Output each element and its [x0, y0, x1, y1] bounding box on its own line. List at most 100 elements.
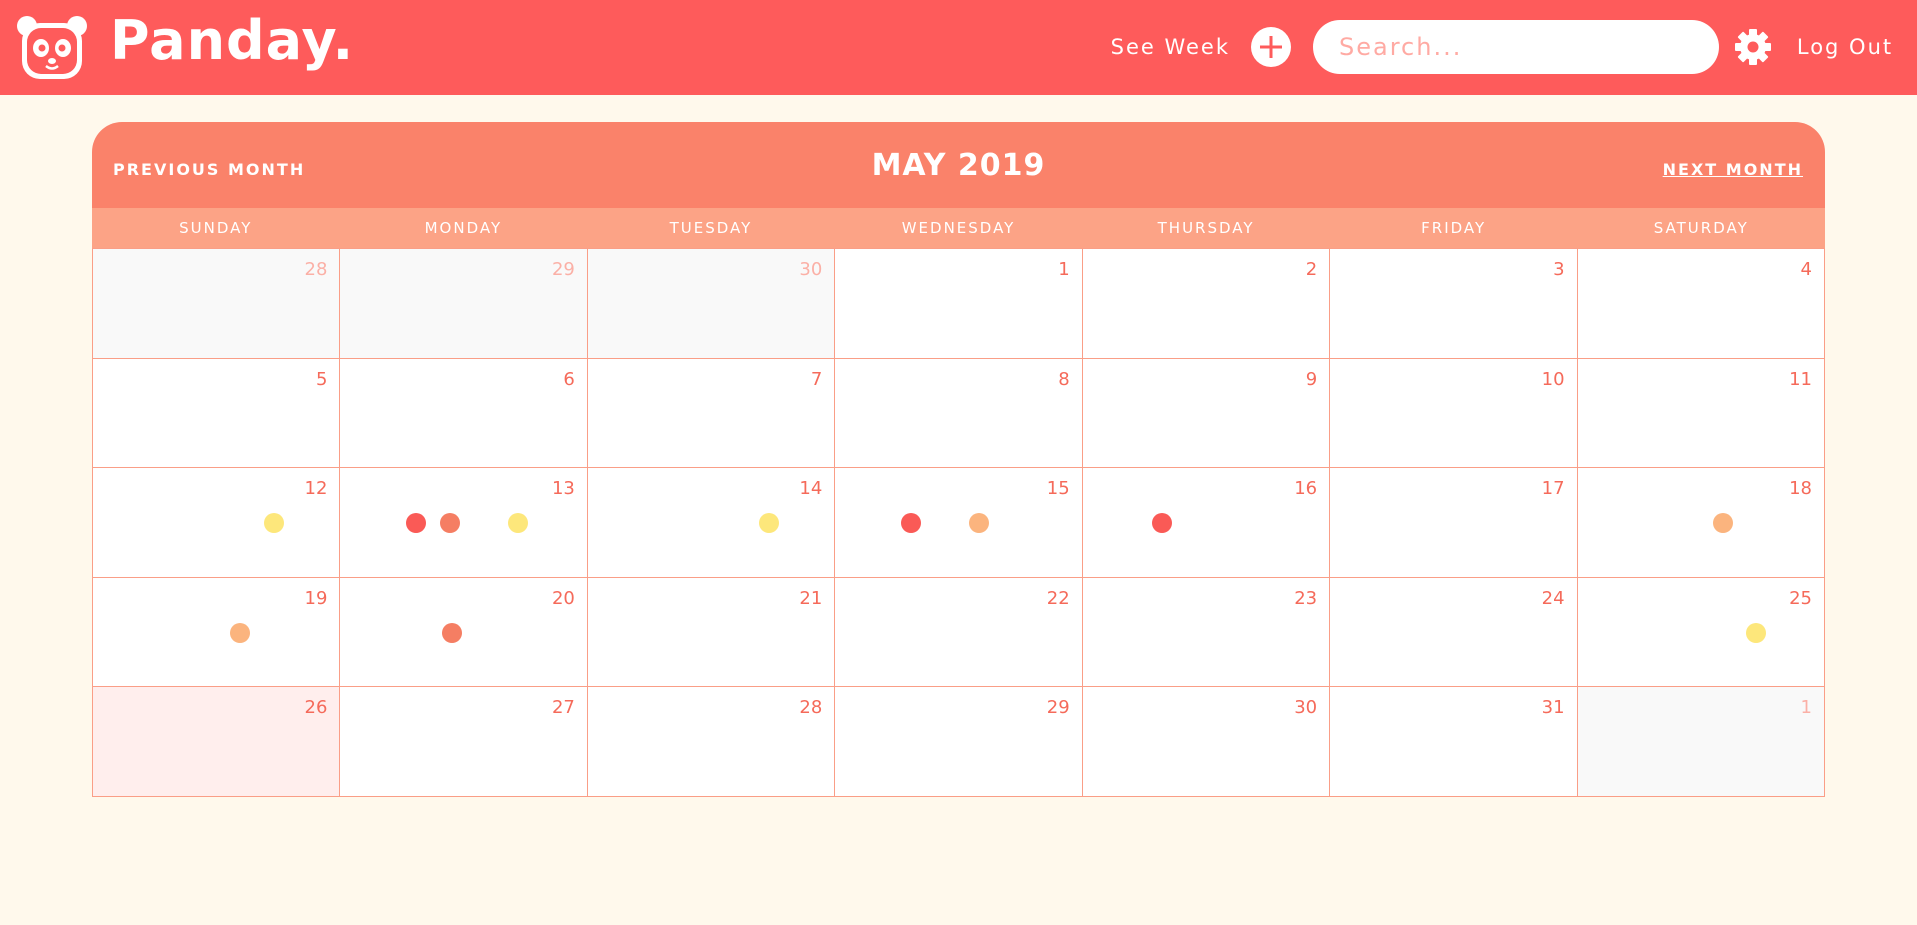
day-cell[interactable]: 11 — [1577, 358, 1825, 469]
plus-icon — [1260, 36, 1282, 58]
weekday-label: TUESDAY — [669, 219, 753, 237]
event-dot[interactable] — [1745, 622, 1766, 643]
day-number: 29 — [551, 259, 575, 280]
day-number: 9 — [1305, 368, 1318, 390]
day-number: 15 — [1046, 478, 1070, 500]
logout-link[interactable]: Log Out — [1790, 33, 1900, 61]
event-dot[interactable] — [1712, 513, 1733, 534]
weekday-label: THURSDAY — [1157, 219, 1255, 237]
event-dot[interactable] — [1151, 513, 1172, 534]
day-cell[interactable]: 10 — [1330, 358, 1578, 469]
day-cell[interactable]: 29 — [340, 249, 588, 359]
search-input[interactable] — [1313, 20, 1719, 74]
day-cell[interactable]: 24 — [1330, 577, 1578, 688]
day-number: 22 — [1046, 587, 1070, 609]
month-calendar: PREVIOUS MONTH MAY 2019 NEXT MONTH SUNDA… — [92, 122, 1825, 797]
day-number: 31 — [1541, 697, 1565, 719]
day-number: 2 — [1305, 259, 1318, 280]
day-cell[interactable]: 9 — [1082, 358, 1331, 469]
day-cell[interactable]: 17 — [1330, 468, 1578, 578]
calendar-header: PREVIOUS MONTH MAY 2019 NEXT MONTH — [92, 122, 1825, 208]
day-number: 6 — [563, 368, 575, 390]
event-dot[interactable] — [508, 513, 529, 534]
day-number: 17 — [1541, 478, 1565, 500]
day-cell[interactable]: 13 — [340, 468, 588, 578]
day-cell[interactable]: 28 — [93, 249, 341, 359]
day-cell[interactable]: 28 — [587, 687, 836, 797]
day-cell[interactable]: 6 — [340, 358, 588, 469]
day-number: 30 — [1294, 697, 1318, 719]
day-cell[interactable]: 12 — [93, 468, 341, 578]
next-month-button[interactable]: NEXT MONTH — [1663, 160, 1803, 180]
day-cell[interactable]: 18 — [1577, 468, 1825, 578]
day-number: 5 — [315, 368, 328, 390]
day-number: 28 — [304, 259, 328, 280]
day-cell[interactable]: 14 — [587, 468, 836, 578]
day-cell[interactable]: 25 — [1577, 577, 1825, 688]
day-cell[interactable]: 1 — [835, 249, 1083, 359]
day-number: 28 — [799, 697, 823, 719]
day-number: 12 — [304, 478, 328, 500]
day-cell[interactable]: 16 — [1082, 468, 1331, 578]
day-cell[interactable]: 15 — [835, 468, 1083, 578]
day-number: 14 — [799, 478, 823, 500]
weekday-label: SATURDAY — [1653, 219, 1749, 237]
day-number: 1 — [1058, 259, 1070, 280]
day-cell[interactable]: 30 — [1082, 687, 1331, 797]
day-number: 11 — [1789, 368, 1812, 390]
day-cell[interactable]: 21 — [587, 577, 836, 688]
event-dot[interactable] — [406, 513, 427, 534]
day-number: 24 — [1541, 587, 1565, 609]
event-dot[interactable] — [442, 622, 463, 643]
day-cell[interactable]: 5 — [93, 358, 341, 469]
day-cell[interactable]: 31 — [1330, 687, 1578, 797]
day-number: 13 — [551, 478, 575, 500]
event-dot[interactable] — [901, 513, 922, 534]
day-cell[interactable]: 22 — [835, 577, 1083, 688]
day-cell[interactable]: 23 — [1082, 577, 1331, 688]
day-number: 4 — [1800, 259, 1812, 280]
calendar-grid: 28 29 30 1 2 3 4 5 6 7 8 9 10 11 12 13 14 15 16 17 18 19 20 21 2… — [92, 248, 1825, 797]
weekday-label: FRIDAY — [1421, 219, 1487, 237]
day-cell[interactable]: 4 — [1577, 249, 1825, 359]
weekday-header-row: SUNDAY MONDAY TUESDAY WEDNESDAY THURSDAY… — [92, 208, 1825, 248]
see-week-link[interactable]: See Week — [1100, 33, 1230, 61]
day-number: 7 — [810, 368, 823, 390]
day-cell[interactable]: 2 — [1082, 249, 1331, 359]
day-cell[interactable]: 3 — [1330, 249, 1578, 359]
event-dot[interactable] — [969, 513, 990, 534]
day-number: 16 — [1294, 478, 1318, 500]
day-cell[interactable]: 30 — [587, 249, 836, 359]
day-cell[interactable]: 20 — [340, 577, 588, 688]
weekday-label: WEDNESDAY — [901, 219, 1016, 237]
add-event-button[interactable] — [1251, 27, 1291, 67]
gear-icon[interactable] — [1733, 27, 1773, 67]
event-dot[interactable] — [264, 513, 284, 534]
day-number: 29 — [1046, 697, 1070, 719]
day-number: 1 — [1800, 697, 1812, 719]
day-number: 23 — [1294, 587, 1318, 609]
day-cell[interactable]: 19 — [93, 577, 341, 688]
month-title: MAY 2019 — [871, 148, 1046, 183]
app-logo-text[interactable]: Panday. — [110, 14, 354, 68]
event-dot[interactable] — [758, 513, 779, 534]
day-number: 21 — [799, 587, 823, 609]
day-cell[interactable]: 1 — [1577, 687, 1825, 797]
day-cell[interactable]: 29 — [835, 687, 1083, 797]
day-cell[interactable]: 26 — [93, 687, 341, 797]
day-number: 25 — [1789, 587, 1812, 609]
event-dot[interactable] — [230, 622, 250, 643]
day-number: 8 — [1058, 368, 1070, 390]
day-number: 27 — [551, 697, 575, 719]
day-number: 3 — [1553, 259, 1565, 280]
day-number: 18 — [1789, 478, 1812, 500]
event-dot[interactable] — [440, 513, 461, 534]
day-cell[interactable]: 27 — [340, 687, 588, 797]
day-cell[interactable]: 7 — [587, 358, 836, 469]
day-cell[interactable]: 8 — [835, 358, 1083, 469]
day-number: 19 — [304, 587, 328, 609]
panda-logo-icon[interactable] — [16, 14, 88, 82]
day-number: 26 — [304, 697, 328, 719]
top-bar: Panday. See Week Log Out — [0, 0, 1917, 95]
day-number: 20 — [551, 587, 575, 609]
